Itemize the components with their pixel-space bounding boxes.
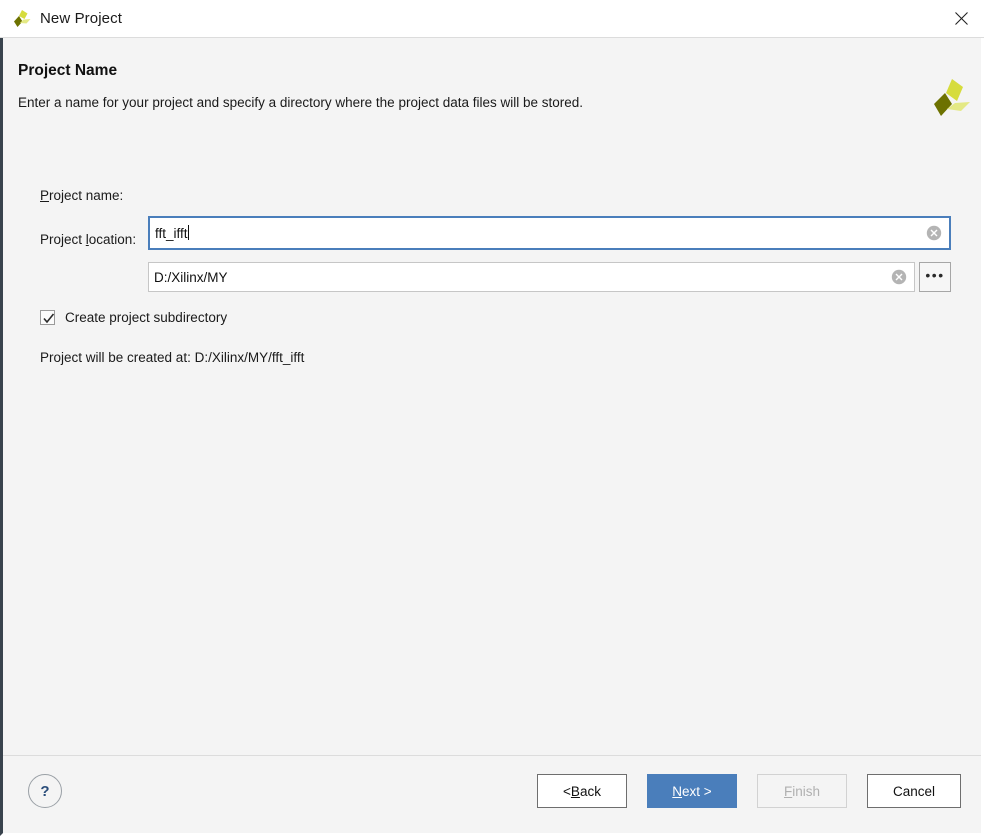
project-location-label: Project location: — [40, 232, 137, 247]
project-location-value: D:/Xilinx/MY — [154, 269, 228, 285]
create-subdirectory-checkbox[interactable]: Create project subdirectory — [40, 310, 227, 325]
cancel-button[interactable]: Cancel — [867, 774, 961, 808]
footer-separator — [3, 755, 981, 756]
create-subdirectory-label: Create project subdirectory — [65, 310, 228, 325]
clear-circle-icon[interactable] — [926, 225, 942, 241]
project-name-text: fft_ifft — [155, 226, 188, 241]
project-name-label: Project name: — [40, 188, 124, 203]
dialog-title: New Project — [40, 10, 122, 27]
close-icon[interactable] — [938, 0, 984, 37]
project-name-value: fft_ifft — [150, 225, 926, 241]
text-caret — [187, 225, 189, 240]
project-location-input[interactable]: D:/Xilinx/MY — [148, 262, 915, 292]
project-form: Project name: fft_ifft Project location:… — [3, 38, 981, 833]
back-button[interactable]: < Back — [537, 774, 627, 808]
clear-circle-icon[interactable] — [891, 269, 907, 285]
browse-location-button[interactable]: ••• — [919, 262, 951, 292]
new-project-dialog: New Project Project Name Enter a name fo… — [0, 0, 984, 836]
next-button[interactable]: Next > — [647, 774, 737, 808]
project-created-at-text: Project will be created at: D:/Xilinx/MY… — [40, 350, 305, 365]
dialog-body: Project Name Enter a name for your proje… — [0, 38, 984, 836]
titlebar: New Project — [0, 0, 984, 38]
help-button[interactable]: ? — [28, 774, 62, 808]
finish-button: Finish — [757, 774, 847, 808]
vivado-logo-icon — [11, 8, 33, 30]
checkmark-icon — [40, 310, 55, 325]
project-name-input[interactable]: fft_ifft — [148, 216, 951, 250]
